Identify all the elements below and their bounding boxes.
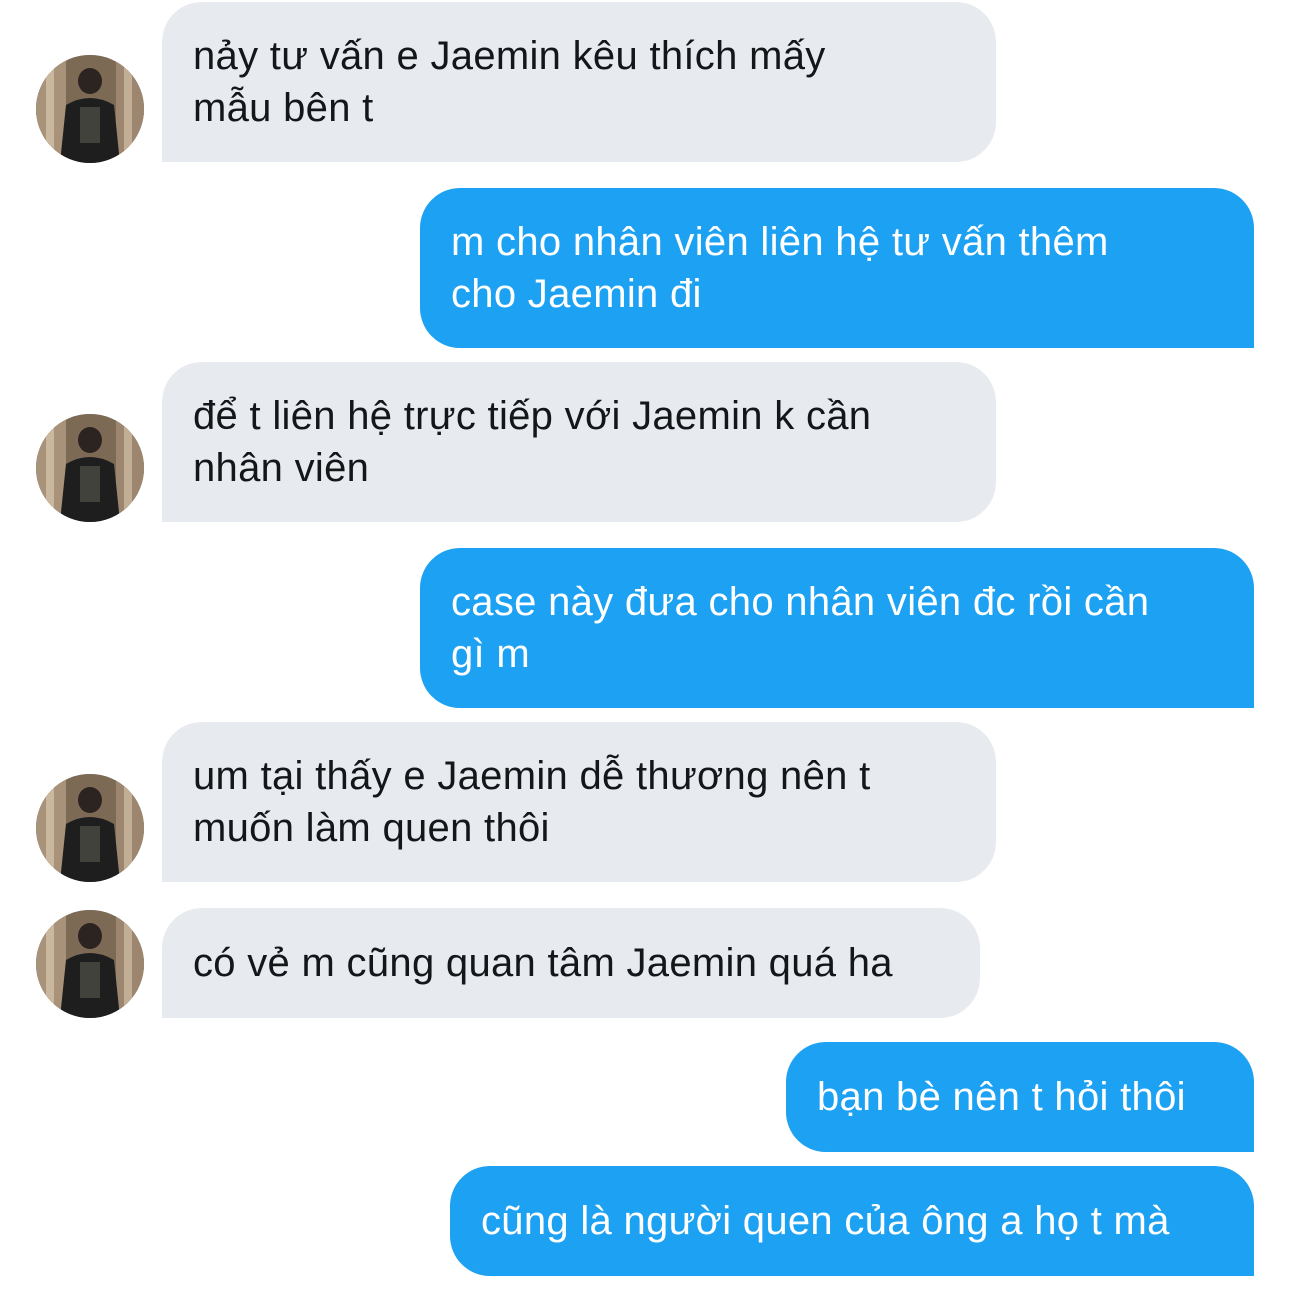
message-bubble-outgoing[interactable]: cũng là người quen của ông a họ t mà — [450, 1166, 1254, 1276]
sender-avatar[interactable] — [36, 910, 144, 1018]
message-bubble-outgoing[interactable]: m cho nhân viên liên hệ tư vấn thêm cho … — [420, 188, 1254, 348]
message-bubble-incoming[interactable]: để t liên hệ trực tiếp với Jaemin k cần … — [162, 362, 996, 522]
message-bubble-outgoing[interactable]: bạn bè nên t hỏi thôi — [786, 1042, 1254, 1152]
sender-avatar[interactable] — [36, 55, 144, 163]
sender-avatar[interactable] — [36, 774, 144, 882]
message-bubble-incoming[interactable]: có vẻ m cũng quan tâm Jaemin quá ha — [162, 908, 980, 1018]
message-bubble-outgoing[interactable]: case này đưa cho nhân viên đc rồi cần gì… — [420, 548, 1254, 708]
message-bubble-incoming[interactable]: um tại thấy e Jaemin dễ thương nên t muố… — [162, 722, 996, 882]
sender-avatar[interactable] — [36, 414, 144, 522]
message-bubble-incoming[interactable]: nảy tư vấn e Jaemin kêu thích mấy mẫu bê… — [162, 2, 996, 162]
